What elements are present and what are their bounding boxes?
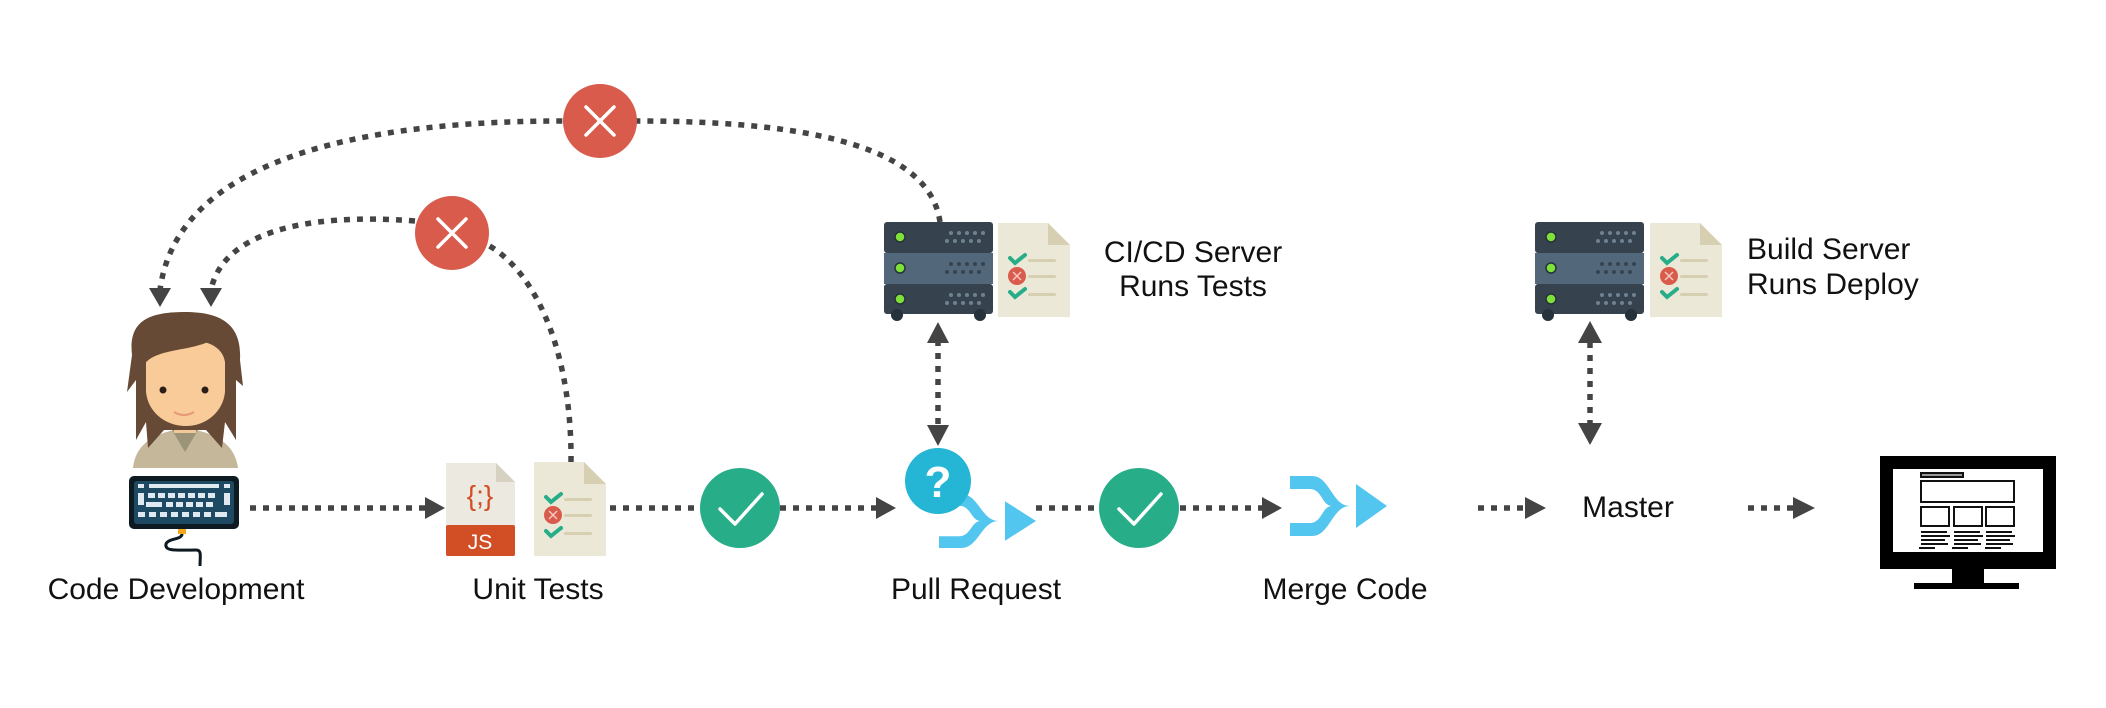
build-test-report-icon — [1648, 221, 1724, 319]
website-monitor-icon — [1880, 456, 2056, 589]
question-badge-icon: ? — [905, 448, 971, 514]
build-server-label-line2: Runs Deploy — [1747, 268, 1919, 301]
js-file-badge: JS — [468, 531, 493, 554]
arrowhead-down — [1578, 423, 1602, 445]
stage-label-unit-tests: Unit Tests — [472, 573, 604, 606]
stage-label-code-development: Code Development — [47, 573, 305, 606]
arrowhead-right — [1793, 497, 1815, 519]
fail-marker — [563, 84, 637, 158]
unit-test-report-icon — [532, 460, 608, 558]
merge-arrow-icon — [1290, 476, 1387, 536]
js-file-glyph: {;} — [467, 480, 493, 511]
fail-loop-ci-to-dev — [157, 118, 943, 291]
ci-server-rack-icon — [883, 221, 994, 322]
ci-server-label-line2: Runs Tests — [1119, 270, 1267, 303]
stage-label-pull-request: Pull Request — [890, 573, 1062, 606]
keyboard-icon — [129, 476, 239, 567]
arrowhead-right — [1262, 497, 1282, 519]
arrowhead-down — [200, 288, 222, 307]
stage-label-merge-code: Merge Code — [1262, 573, 1428, 606]
arrowhead-down — [149, 288, 171, 307]
arrowhead-right — [425, 497, 445, 519]
ci-server-label-line1: CI/CD Server — [1103, 236, 1283, 269]
arrowhead-up — [927, 322, 949, 343]
build-server-label-line1: Build Server — [1747, 233, 1911, 266]
fail-marker — [415, 196, 489, 270]
ci-test-report-icon — [996, 221, 1072, 319]
arrowhead-up — [1578, 321, 1602, 343]
pass-marker — [1099, 468, 1179, 548]
arrowhead-right — [1525, 497, 1546, 519]
question-glyph: ? — [925, 458, 952, 507]
fail-loop-unittests-to-dev — [208, 216, 574, 463]
pass-marker — [700, 468, 780, 548]
stage-label-master: Master — [1582, 491, 1674, 524]
build-server-rack-icon — [1534, 221, 1645, 322]
js-file-icon: {;} JS — [446, 463, 515, 556]
arrowhead-down — [927, 425, 949, 446]
arrowhead-right — [876, 497, 896, 519]
developer-avatar-icon — [127, 312, 243, 468]
